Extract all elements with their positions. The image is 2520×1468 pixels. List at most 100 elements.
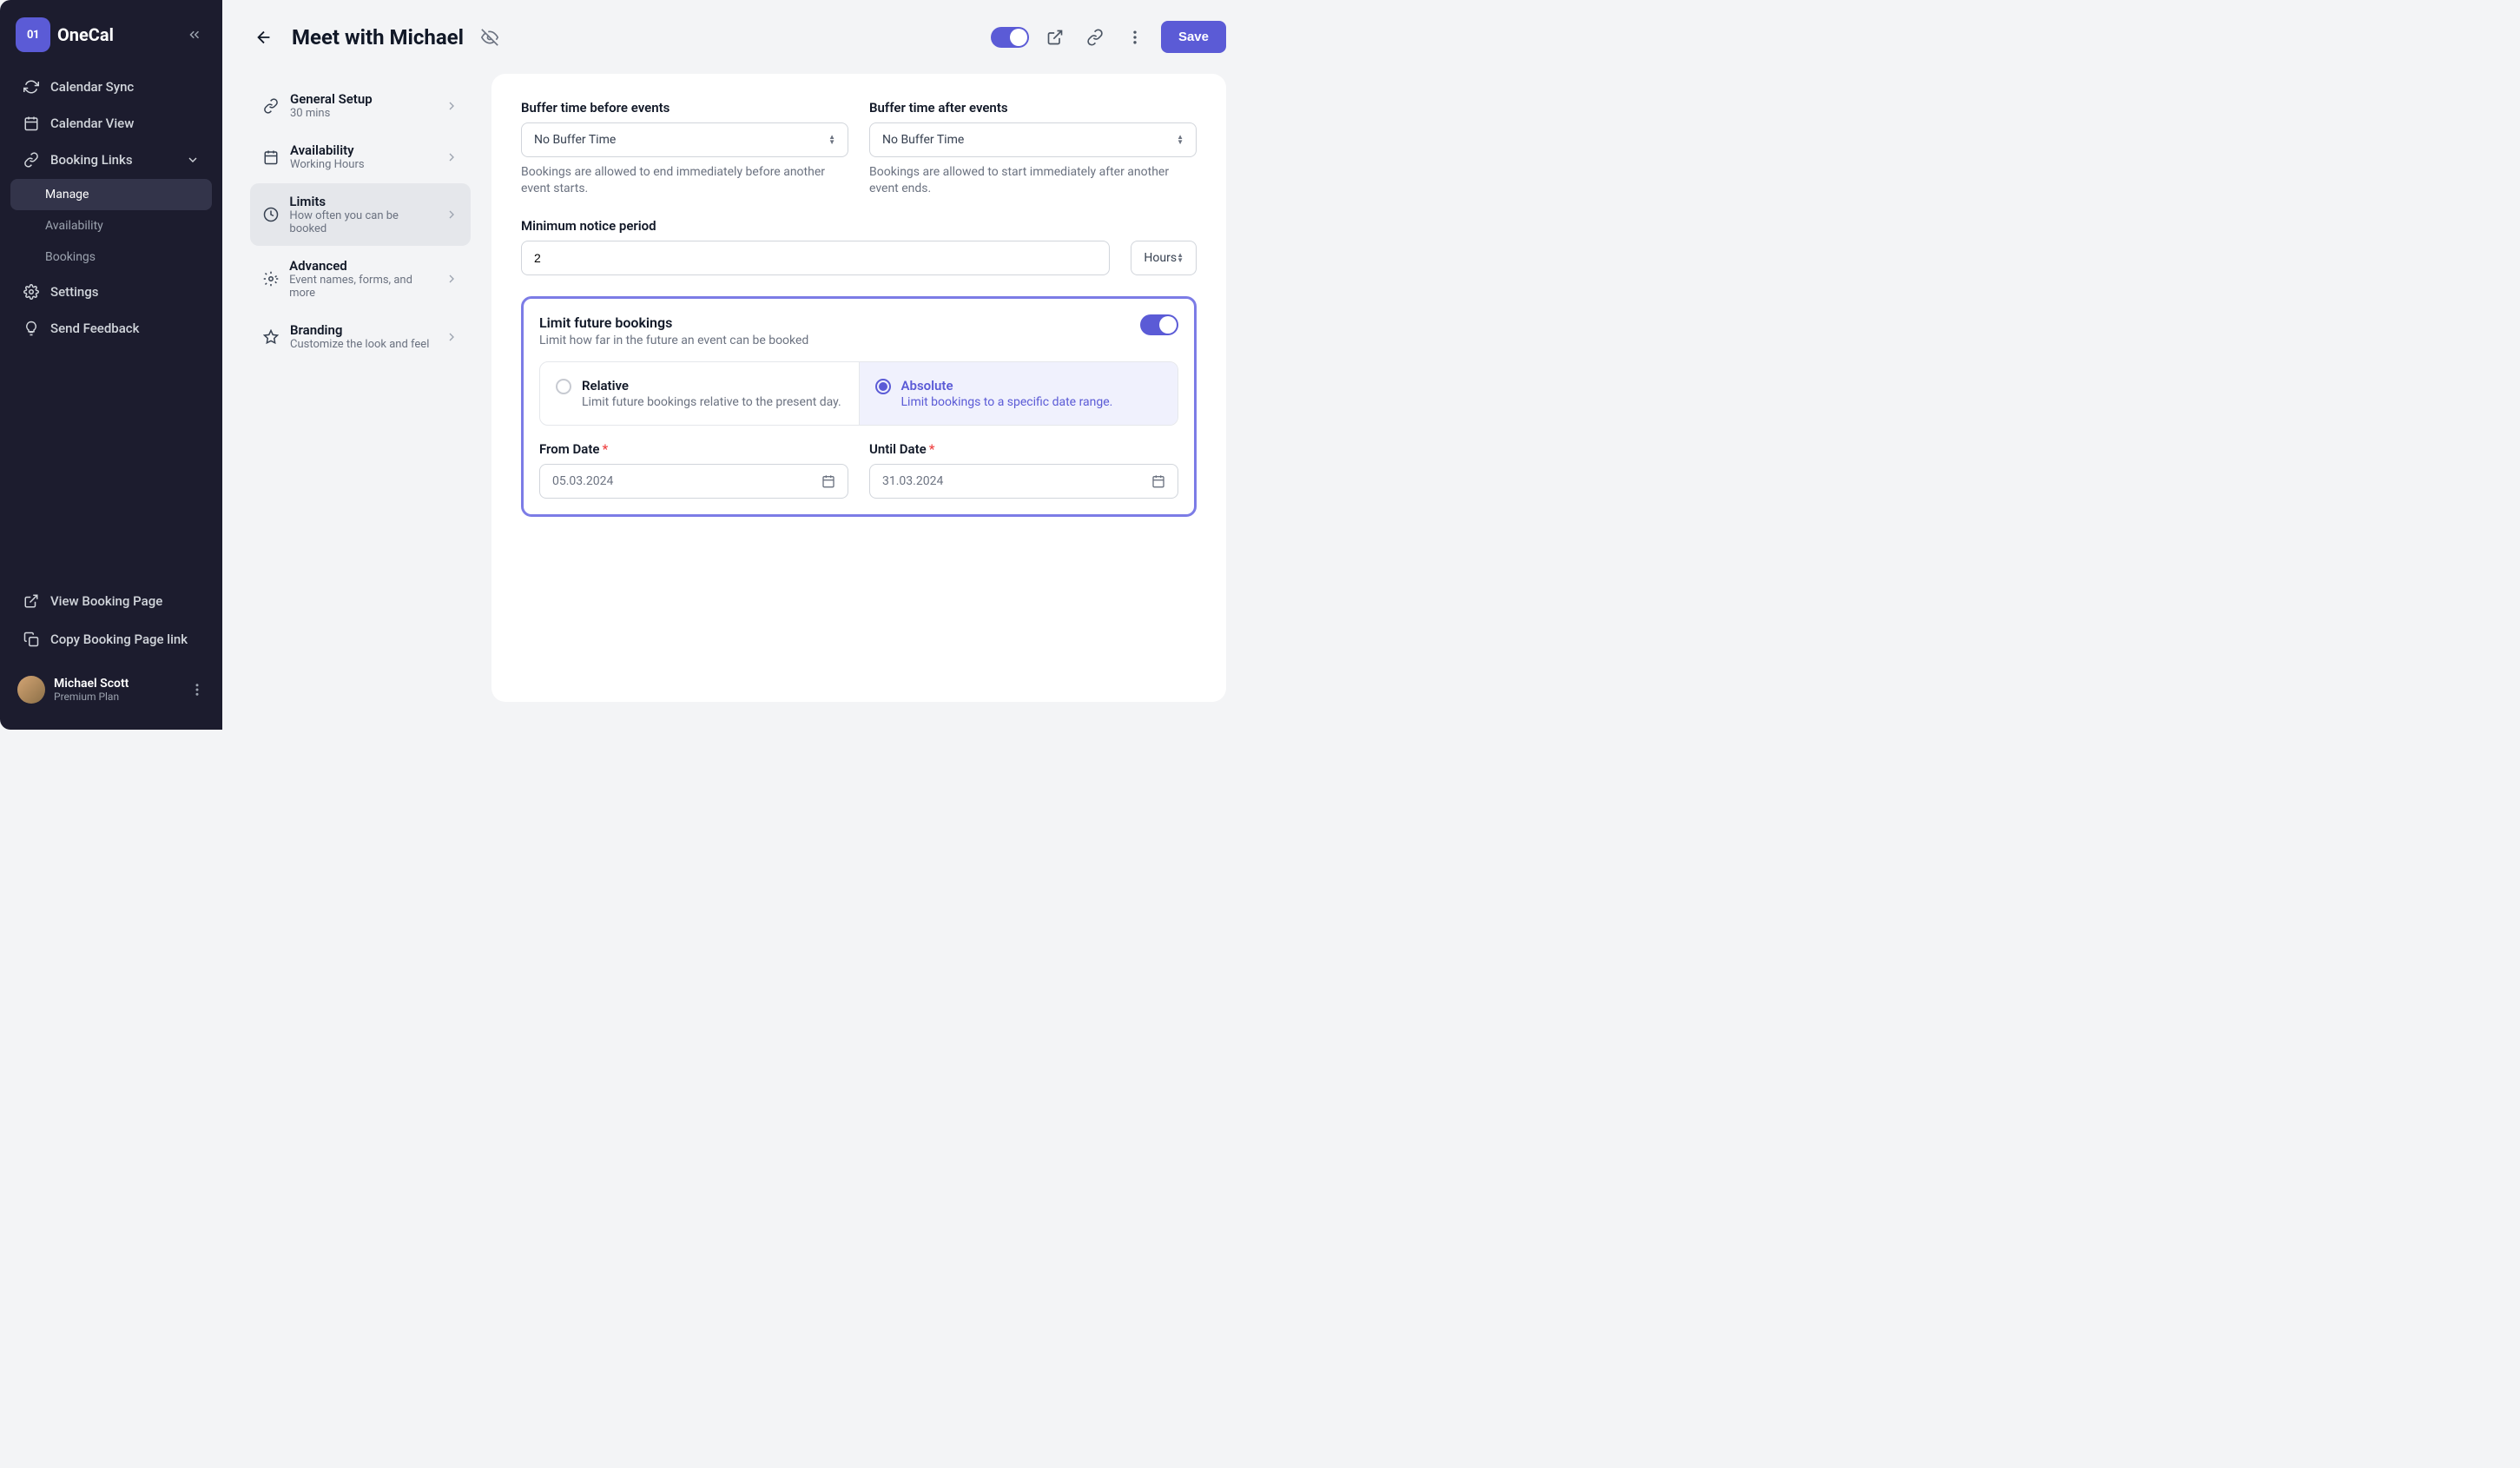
tab-sublabel: Event names, forms, and more bbox=[289, 274, 434, 300]
tab-branding[interactable]: BrandingCustomize the look and feel bbox=[250, 312, 471, 361]
tab-general-setup[interactable]: General Setup30 mins bbox=[250, 81, 471, 130]
user-plan: Premium Plan bbox=[54, 691, 129, 703]
logo-text: OneCal bbox=[57, 24, 114, 45]
min-notice-input[interactable] bbox=[521, 241, 1110, 275]
back-button[interactable] bbox=[250, 23, 278, 51]
publish-toggle[interactable] bbox=[991, 27, 1029, 48]
radio-relative[interactable]: Relative Limit future bookings relative … bbox=[540, 362, 859, 425]
nav-label: Send Feedback bbox=[50, 321, 139, 336]
tab-availability[interactable]: AvailabilityWorking Hours bbox=[250, 132, 471, 182]
tab-label: Advanced bbox=[289, 258, 434, 274]
radio-desc: Limit bookings to a specific date range. bbox=[901, 395, 1113, 409]
nav-sub-label: Manage bbox=[45, 188, 89, 202]
view-booking-page-button[interactable]: View Booking Page bbox=[10, 584, 212, 618]
gear-icon bbox=[262, 270, 279, 288]
save-button[interactable]: Save bbox=[1161, 21, 1226, 53]
nav-settings[interactable]: Settings bbox=[10, 274, 212, 309]
radio-dot bbox=[875, 379, 891, 394]
caret-sort-icon: ▲▼ bbox=[828, 135, 835, 145]
calendar-icon bbox=[821, 474, 835, 488]
clock-icon bbox=[262, 206, 279, 223]
external-link-icon bbox=[23, 592, 40, 610]
nav-calendar-view[interactable]: Calendar View bbox=[10, 106, 212, 141]
link-icon bbox=[262, 97, 280, 115]
tab-sublabel: 30 mins bbox=[290, 107, 373, 120]
copy-icon bbox=[23, 631, 40, 648]
nav-sub-label: Availability bbox=[45, 219, 103, 233]
nav-booking-links[interactable]: Booking Links bbox=[10, 142, 212, 177]
nav-label: Calendar Sync bbox=[50, 79, 134, 95]
nav-sub-manage[interactable]: Manage bbox=[10, 179, 212, 210]
logo: 01 OneCal bbox=[16, 17, 114, 52]
user-name: Michael Scott bbox=[54, 677, 129, 691]
caret-sort-icon: ▲▼ bbox=[1177, 135, 1184, 145]
tab-advanced[interactable]: AdvancedEvent names, forms, and more bbox=[250, 248, 471, 310]
chevron-right-icon bbox=[445, 272, 458, 286]
min-notice-unit-select[interactable]: Hours ▲▼ bbox=[1131, 241, 1197, 275]
min-notice-value[interactable] bbox=[534, 251, 1097, 265]
buffer-after-help: Bookings are allowed to start immediatel… bbox=[869, 164, 1197, 197]
buffer-after-select[interactable]: No Buffer Time ▲▼ bbox=[869, 122, 1197, 157]
from-date-input[interactable]: 05.03.2024 bbox=[539, 464, 848, 499]
until-date-input[interactable]: 31.03.2024 bbox=[869, 464, 1178, 499]
sync-icon bbox=[23, 78, 40, 96]
nav-label: Settings bbox=[50, 284, 99, 300]
nav-label: Calendar View bbox=[50, 116, 134, 131]
nav-label: Copy Booking Page link bbox=[50, 632, 188, 647]
select-value: No Buffer Time bbox=[882, 133, 964, 147]
open-external-button[interactable] bbox=[1041, 23, 1069, 51]
buffer-before-help: Bookings are allowed to end immediately … bbox=[521, 164, 848, 197]
tab-label: Availability bbox=[290, 142, 365, 158]
select-value: Hours bbox=[1144, 251, 1177, 265]
logo-mark: 01 bbox=[16, 17, 50, 52]
limit-future-title: Limit future bookings bbox=[539, 314, 808, 331]
nav-send-feedback[interactable]: Send Feedback bbox=[10, 311, 212, 346]
user-more-button[interactable] bbox=[189, 682, 205, 698]
limit-future-sub: Limit how far in the future an event can… bbox=[539, 334, 808, 347]
page-title: Meet with Michael bbox=[292, 25, 464, 50]
radio-absolute[interactable]: Absolute Limit bookings to a specific da… bbox=[859, 362, 1178, 425]
user-profile[interactable]: Michael Scott Premium Plan bbox=[10, 667, 212, 712]
date-value: 31.03.2024 bbox=[882, 474, 943, 488]
buffer-after-label: Buffer time after events bbox=[869, 100, 1197, 116]
calendar-icon bbox=[1151, 474, 1165, 488]
from-date-label: From Date* bbox=[539, 441, 848, 457]
select-value: No Buffer Time bbox=[534, 133, 616, 147]
calendar-icon bbox=[262, 149, 280, 166]
star-icon bbox=[262, 328, 280, 346]
gear-icon bbox=[23, 283, 40, 301]
radio-title: Absolute bbox=[901, 378, 1113, 393]
nav-label: View Booking Page bbox=[50, 593, 162, 609]
nav-sub-bookings[interactable]: Bookings bbox=[10, 241, 212, 273]
nav-calendar-sync[interactable]: Calendar Sync bbox=[10, 69, 212, 104]
nav-sub-availability[interactable]: Availability bbox=[10, 210, 212, 241]
chevron-right-icon bbox=[445, 208, 458, 222]
caret-sort-icon: ▲▼ bbox=[1177, 253, 1184, 263]
until-date-label: Until Date* bbox=[869, 441, 1178, 457]
radio-dot bbox=[556, 379, 571, 394]
chevron-right-icon bbox=[445, 150, 458, 164]
limit-future-bookings-section: Limit future bookings Limit how far in t… bbox=[521, 296, 1197, 517]
nav-label: Booking Links bbox=[50, 152, 133, 168]
date-value: 05.03.2024 bbox=[552, 474, 613, 488]
more-button[interactable] bbox=[1121, 23, 1149, 51]
chevron-right-icon bbox=[445, 330, 458, 344]
chevron-right-icon bbox=[445, 99, 458, 113]
eye-off-icon bbox=[481, 29, 498, 46]
buffer-before-label: Buffer time before events bbox=[521, 100, 848, 116]
tab-limits[interactable]: LimitsHow often you can be booked bbox=[250, 183, 471, 246]
buffer-before-select[interactable]: No Buffer Time ▲▼ bbox=[521, 122, 848, 157]
copy-booking-link-button[interactable]: Copy Booking Page link bbox=[10, 622, 212, 657]
limit-future-toggle[interactable] bbox=[1140, 314, 1178, 335]
link-icon bbox=[23, 151, 40, 169]
calendar-icon bbox=[23, 115, 40, 132]
chevron-down-icon bbox=[186, 153, 200, 167]
nav-sub-label: Bookings bbox=[45, 250, 96, 264]
copy-link-button[interactable] bbox=[1081, 23, 1109, 51]
tab-label: Limits bbox=[289, 194, 434, 209]
avatar bbox=[17, 676, 45, 704]
tab-sublabel: Customize the look and feel bbox=[290, 338, 429, 351]
collapse-sidebar-button[interactable] bbox=[182, 23, 207, 47]
radio-title: Relative bbox=[582, 378, 841, 393]
tab-sublabel: How often you can be booked bbox=[289, 209, 434, 235]
